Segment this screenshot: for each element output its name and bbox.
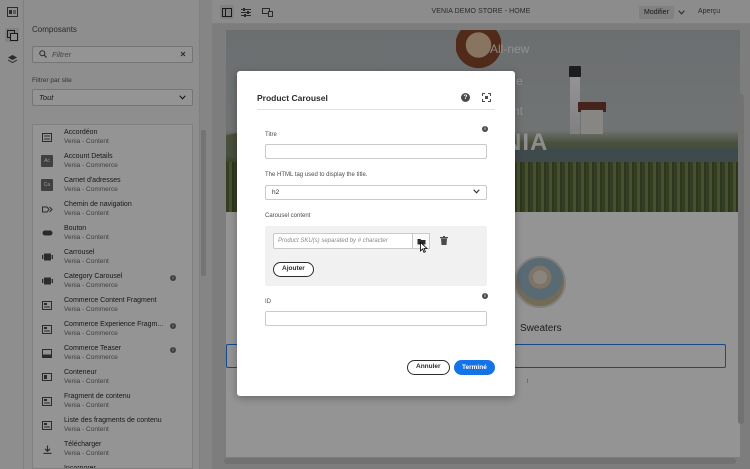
id-label: ID [265,299,271,305]
dialog-divider [257,109,495,110]
title-tag-select[interactable]: h2 [265,185,487,200]
dialog-title: Product Carousel [257,93,328,103]
done-button[interactable]: Terminé [454,360,495,375]
title-tag-value: h2 [272,189,280,196]
sku-input[interactable]: Product SKU(s) separated by # character [273,233,413,249]
fullscreen-icon[interactable] [481,92,492,103]
add-button[interactable]: Ajouter [273,262,314,277]
info-icon[interactable]: i [482,293,488,299]
carousel-content-label: Carousel content [265,213,311,219]
product-carousel-dialog: Product Carousel ? i Titre The HTML tag … [237,71,515,396]
trash-icon[interactable] [440,236,450,246]
title-input[interactable] [265,144,487,159]
mouse-pointer-icon [420,241,429,255]
id-input[interactable] [265,311,487,326]
cancel-button[interactable]: Annuler [407,360,450,375]
help-icon[interactable]: ? [461,93,470,102]
title-label: Titre [265,132,277,138]
chevron-down-icon [473,186,480,199]
title-tag-label: The HTML tag used to display the title. [265,172,368,178]
carousel-multifield: Product SKU(s) separated by # character … [265,226,487,286]
info-icon[interactable]: i [482,126,488,132]
